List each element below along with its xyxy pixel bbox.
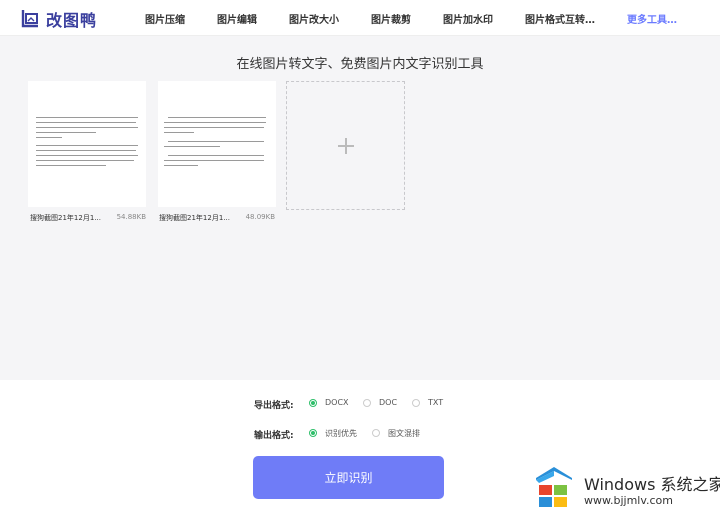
radio-recognition-first[interactable] bbox=[309, 429, 317, 437]
radio-label-doc[interactable]: DOC bbox=[379, 398, 397, 407]
file-thumbnail[interactable] bbox=[158, 81, 276, 207]
radio-label-txt[interactable]: TXT bbox=[428, 398, 443, 407]
windows-watermark: Windows 系统之家 www.bjjmlv.com bbox=[530, 462, 720, 513]
main-nav: 图片压缩 图片编辑 图片改大小 图片裁剪 图片加水印 图片格式互转… 更多工具… bbox=[0, 11, 720, 26]
recognize-now-button[interactable]: 立即识别 bbox=[253, 456, 444, 499]
add-file-button[interactable] bbox=[286, 81, 405, 210]
windows-logo-icon bbox=[536, 467, 572, 507]
nav-item-compress[interactable]: 图片压缩 bbox=[145, 11, 185, 26]
upload-area: 在线图片转文字、免费图片内文字识别工具 搜狗截图21年12月1... 54.88… bbox=[0, 36, 720, 380]
export-format-label: 导出格式: bbox=[254, 401, 294, 411]
nav-item-more-tools[interactable]: 更多工具… bbox=[627, 11, 677, 26]
nav-item-crop[interactable]: 图片裁剪 bbox=[371, 11, 411, 26]
output-format-label: 输出格式: bbox=[254, 431, 294, 441]
file-name: 搜狗截图21年12月1... bbox=[159, 214, 230, 222]
file-size: 54.88KB bbox=[116, 213, 146, 221]
radio-label-docx[interactable]: DOCX bbox=[325, 398, 349, 407]
file-size: 48.09KB bbox=[245, 213, 275, 221]
radio-label-mixed-layout[interactable]: 图文混排 bbox=[388, 428, 420, 439]
nav-item-resize[interactable]: 图片改大小 bbox=[289, 11, 339, 26]
top-header: 改图鸭 图片压缩 图片编辑 图片改大小 图片裁剪 图片加水印 图片格式互转… 更… bbox=[0, 0, 720, 36]
file-name: 搜狗截图21年12月1... bbox=[30, 214, 101, 222]
radio-label-recognition-first[interactable]: 识别优先 bbox=[325, 428, 357, 439]
page-title: 在线图片转文字、免费图片内文字识别工具 bbox=[236, 57, 484, 72]
nav-item-watermark[interactable]: 图片加水印 bbox=[443, 11, 493, 26]
radio-txt[interactable] bbox=[412, 399, 420, 407]
watermark-url: www.bjjmlv.com bbox=[584, 494, 673, 507]
watermark-brand: Windows 系统之家 bbox=[584, 475, 720, 494]
radio-mixed-layout[interactable] bbox=[372, 429, 380, 437]
nav-item-edit[interactable]: 图片编辑 bbox=[217, 11, 257, 26]
nav-item-format-convert[interactable]: 图片格式互转… bbox=[525, 11, 595, 26]
file-thumbnail[interactable] bbox=[28, 81, 146, 207]
radio-docx[interactable] bbox=[309, 399, 317, 407]
radio-doc[interactable] bbox=[363, 399, 371, 407]
